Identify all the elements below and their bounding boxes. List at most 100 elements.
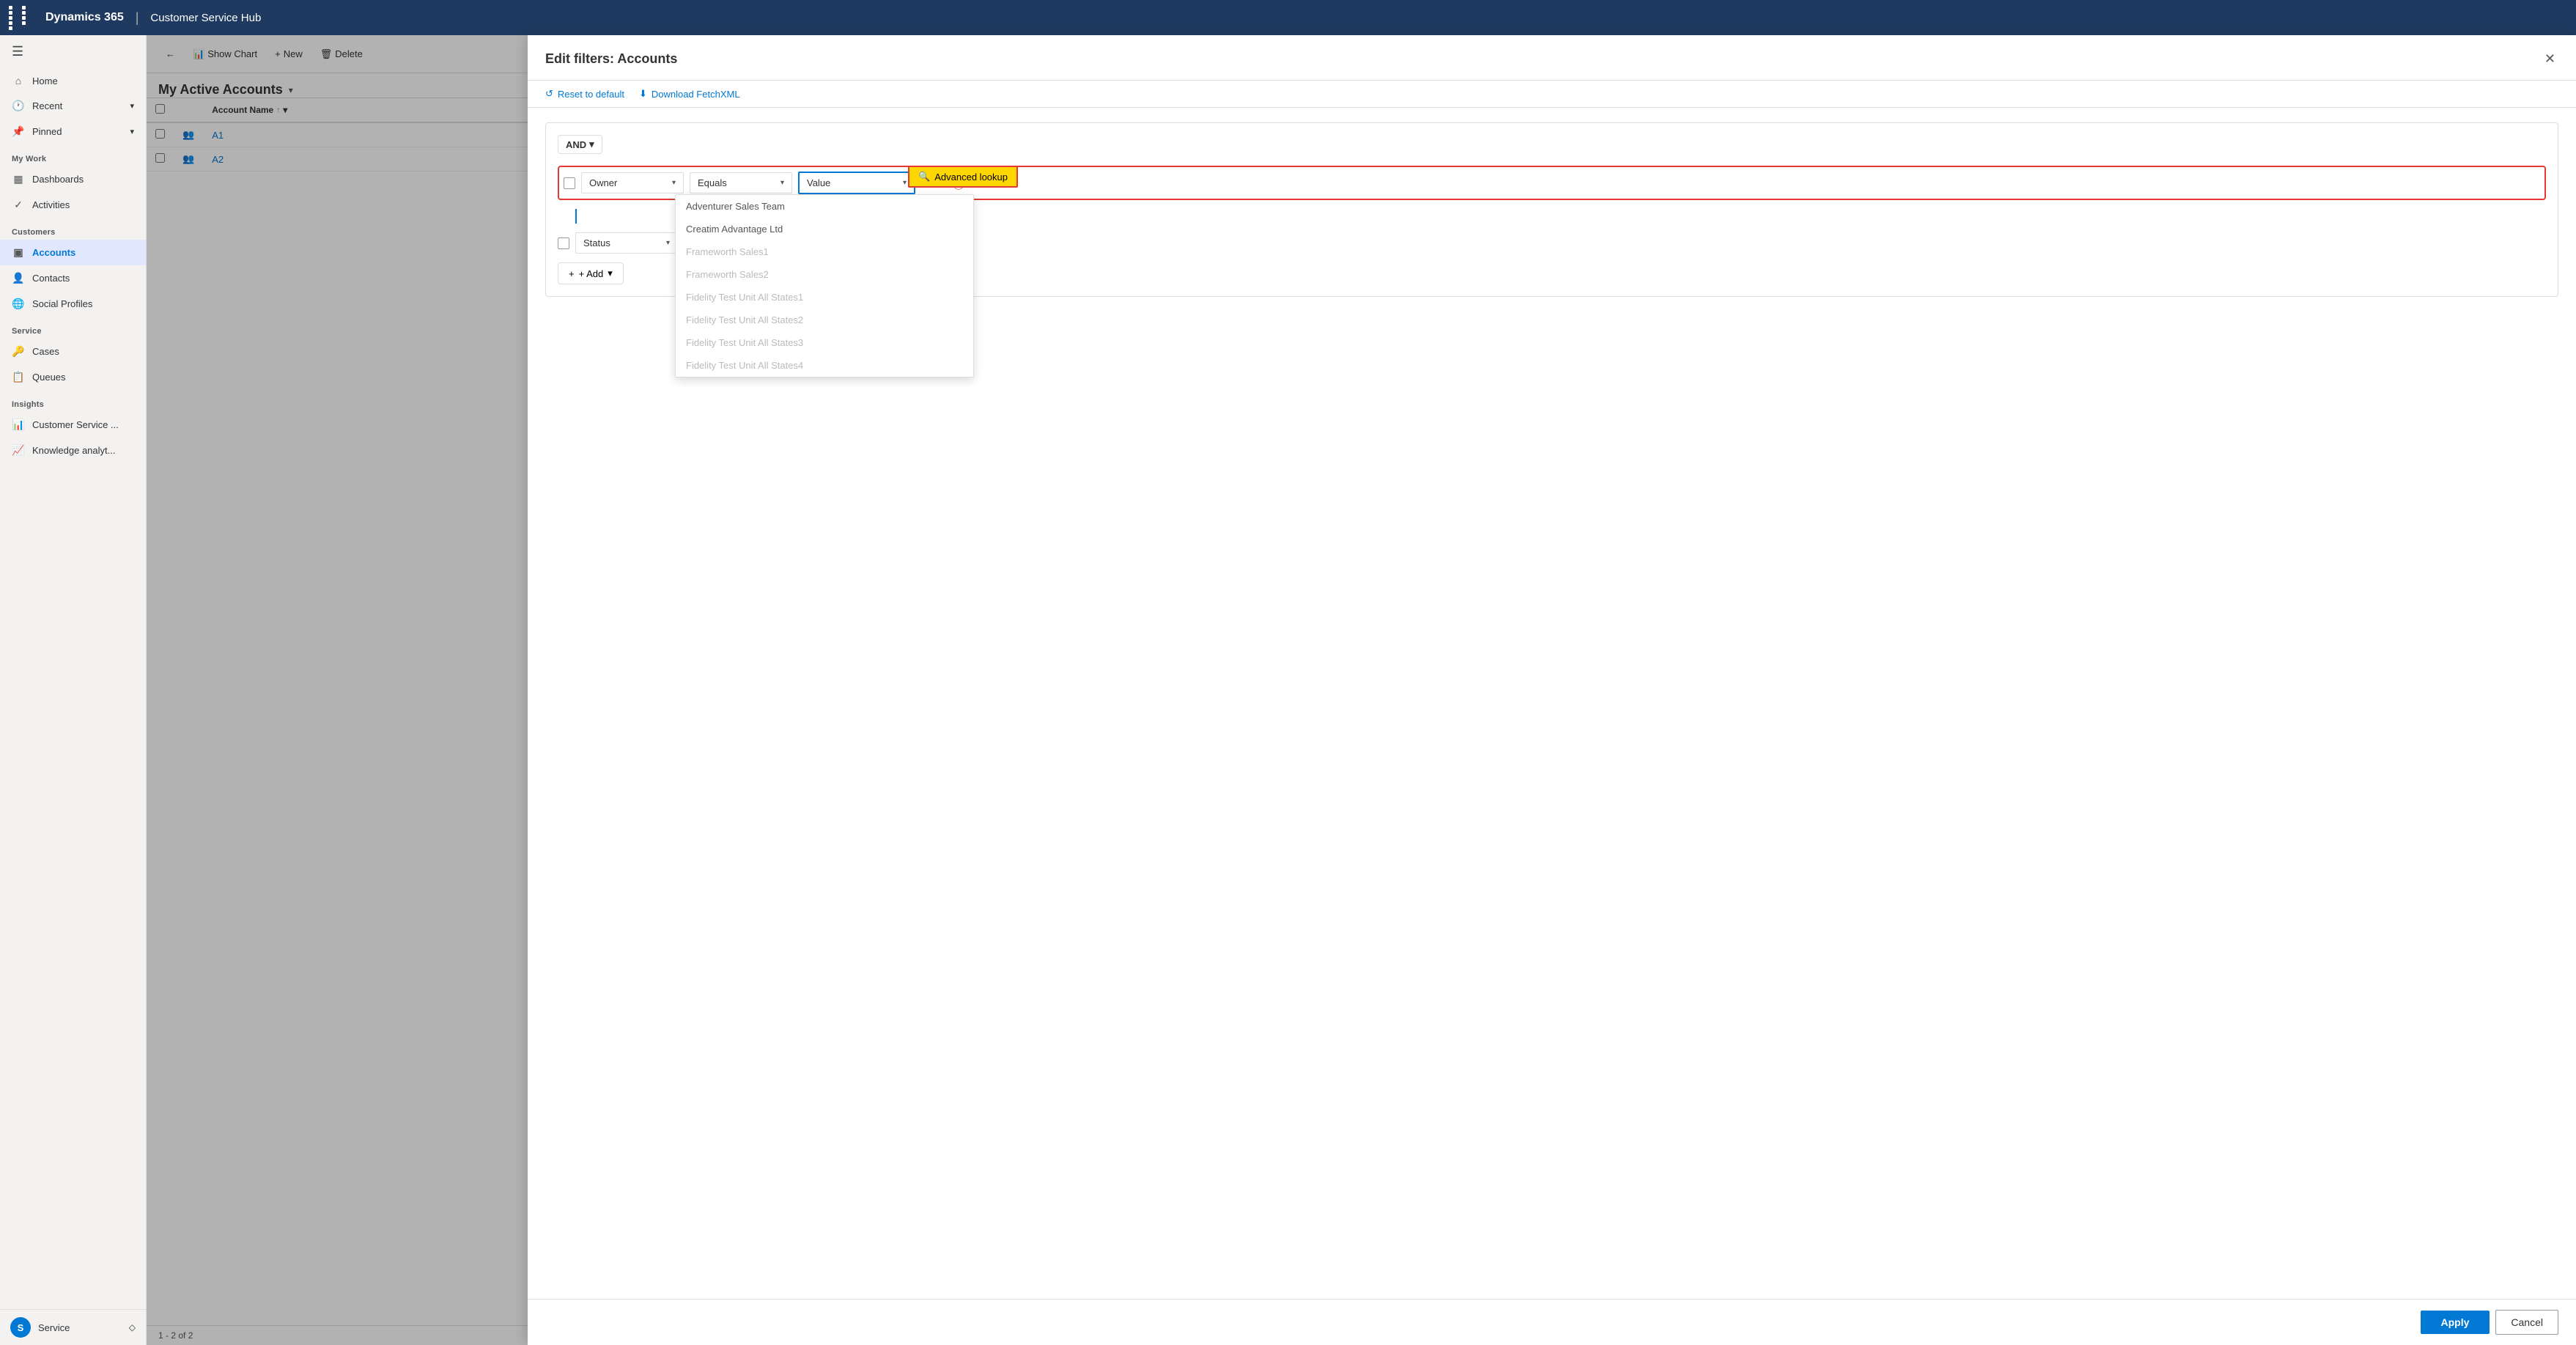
- sidebar-knowledge-label: Knowledge analyt...: [32, 445, 115, 456]
- filter-op-1-label: Equals: [698, 177, 727, 188]
- add-arrow: ▾: [608, 268, 613, 279]
- add-icon: +: [569, 268, 575, 279]
- apply-button[interactable]: Apply: [2421, 1311, 2490, 1334]
- and-label: AND: [566, 139, 586, 150]
- field-1-arrow: ▾: [672, 179, 676, 187]
- title-separator: |: [136, 10, 139, 26]
- pinned-icon: 📌: [12, 125, 25, 138]
- sidebar-pinned-label: Pinned: [32, 126, 62, 137]
- sidebar: ☰ ⌂ Home 🕐 Recent ▾ 📌 Pinned ▾ My Work ▦…: [0, 35, 147, 1345]
- dropdown-item-0[interactable]: Adventurer Sales Team: [676, 195, 973, 218]
- value-dropdown-container: Value ▾ Adventurer Sales Team Creatim Ad…: [798, 172, 915, 194]
- sidebar-cases-label: Cases: [32, 346, 59, 357]
- customer-service-icon: 📊: [12, 419, 25, 431]
- dropdown-item-4[interactable]: Fidelity Test Unit All States1: [676, 286, 973, 309]
- field-2-arrow: ▾: [666, 239, 670, 247]
- reset-to-default-button[interactable]: ↺ Reset to default: [545, 88, 624, 100]
- sidebar-item-customer-service[interactable]: 📊 Customer Service ...: [0, 412, 146, 438]
- add-label: + Add: [579, 268, 604, 279]
- activities-icon: ✓: [12, 199, 25, 211]
- sidebar-item-dashboards[interactable]: ▦ Dashboards: [0, 166, 146, 192]
- sidebar-item-activities[interactable]: ✓ Activities: [0, 192, 146, 218]
- accounts-icon: ▣: [12, 246, 25, 259]
- sidebar-item-recent[interactable]: 🕐 Recent ▾: [0, 93, 146, 119]
- sidebar-item-knowledge[interactable]: 📈 Knowledge analyt...: [0, 438, 146, 463]
- sidebar-contacts-label: Contacts: [32, 273, 70, 284]
- home-icon: ⌂: [12, 75, 25, 86]
- section-insights: Insights: [0, 390, 146, 412]
- top-bar: Dynamics 365 | Customer Service Hub: [0, 0, 2576, 35]
- filter-row1-checkbox[interactable]: [564, 177, 575, 189]
- dropdown-item-3[interactable]: Frameworth Sales2: [676, 263, 973, 286]
- sidebar-recent-label: Recent: [32, 100, 62, 111]
- advanced-lookup-label: Advanced lookup: [934, 172, 1008, 183]
- filter-value-1[interactable]: Value ▾: [798, 172, 915, 194]
- user-avatar: S: [10, 1317, 31, 1338]
- filter-field-1[interactable]: Owner ▾: [581, 172, 684, 194]
- sidebar-cs-label: Customer Service ...: [32, 419, 119, 430]
- download-fetchxml-button[interactable]: ⬇ Download FetchXML: [639, 88, 740, 100]
- sidebar-item-home[interactable]: ⌂ Home: [0, 68, 146, 93]
- knowledge-icon: 📈: [12, 444, 25, 457]
- sidebar-item-accounts[interactable]: ▣ Accounts: [0, 240, 146, 265]
- download-icon: ⬇: [639, 88, 647, 100]
- sidebar-home-label: Home: [32, 75, 58, 86]
- sidebar-queues-label: Queues: [32, 372, 66, 383]
- filter-group: AND ▾ Owner ▾ Equals ▾: [545, 122, 2558, 297]
- and-arrow: ▾: [589, 139, 594, 150]
- sidebar-item-queues[interactable]: 📋 Queues: [0, 364, 146, 390]
- sidebar-item-social-profiles[interactable]: 🌐 Social Profiles: [0, 291, 146, 317]
- op-1-arrow: ▾: [780, 179, 784, 187]
- sidebar-dashboards-label: Dashboards: [32, 174, 84, 185]
- sidebar-item-pinned[interactable]: 📌 Pinned ▾: [0, 119, 146, 144]
- dropdown-item-1[interactable]: Creatim Advantage Ltd: [676, 218, 973, 240]
- reset-label: Reset to default: [558, 89, 624, 100]
- sidebar-social-label: Social Profiles: [32, 298, 92, 309]
- filter-modal: Edit filters: Accounts ✕ ↺ Reset to defa…: [528, 35, 2576, 1345]
- app-grid-icon[interactable]: [9, 6, 34, 30]
- modal-close-button[interactable]: ✕: [2542, 48, 2558, 70]
- dropdown-item-7[interactable]: Fidelity Test Unit All States4: [676, 354, 973, 377]
- filter-row-1: Owner ▾ Equals ▾ Value ▾: [558, 166, 2546, 200]
- modal-body: AND ▾ Owner ▾ Equals ▾: [528, 108, 2576, 1299]
- dropdown-item-2[interactable]: Frameworth Sales1: [676, 240, 973, 263]
- sidebar-activities-label: Activities: [32, 199, 70, 210]
- modal-overlay: Edit filters: Accounts ✕ ↺ Reset to defa…: [147, 35, 2576, 1345]
- download-label: Download FetchXML: [652, 89, 740, 100]
- footer-label: Service: [38, 1322, 70, 1333]
- filter-operator-1[interactable]: Equals ▾: [690, 172, 792, 194]
- queues-icon: 📋: [12, 371, 25, 383]
- sidebar-footer[interactable]: S Service ◇: [0, 1309, 146, 1345]
- filter-field-2[interactable]: Status ▾: [575, 232, 678, 254]
- modal-title: Edit filters: Accounts: [545, 51, 677, 67]
- cancel-button[interactable]: Cancel: [2495, 1310, 2558, 1335]
- value-dropdown-list: Adventurer Sales Team Creatim Advantage …: [675, 194, 974, 377]
- contacts-icon: 👤: [12, 272, 25, 284]
- section-my-work: My Work: [0, 144, 146, 166]
- filter-value-1-label: Value: [807, 177, 830, 188]
- modal-header: Edit filters: Accounts ✕: [528, 35, 2576, 81]
- footer-arrow: ◇: [129, 1322, 136, 1333]
- advanced-lookup-button[interactable]: 🔍 Advanced lookup: [908, 166, 1018, 188]
- section-service: Service: [0, 317, 146, 339]
- dropdown-item-6[interactable]: Fidelity Test Unit All States3: [676, 331, 973, 354]
- reset-icon: ↺: [545, 88, 553, 100]
- pinned-arrow: ▾: [130, 127, 134, 136]
- app-name: Customer Service Hub: [150, 12, 261, 24]
- modal-toolbar: ↺ Reset to default ⬇ Download FetchXML: [528, 81, 2576, 108]
- dashboards-icon: ▦: [12, 173, 25, 185]
- cases-icon: 🔑: [12, 345, 25, 358]
- filter-field-2-label: Status: [583, 237, 610, 248]
- recent-arrow: ▾: [130, 101, 134, 111]
- and-badge[interactable]: AND ▾: [558, 135, 602, 154]
- filter-row2-checkbox[interactable]: [558, 237, 569, 249]
- hamburger-menu[interactable]: ☰: [0, 35, 146, 68]
- social-icon: 🌐: [12, 298, 25, 310]
- sidebar-item-cases[interactable]: 🔑 Cases: [0, 339, 146, 364]
- section-customers: Customers: [0, 218, 146, 240]
- dropdown-item-5[interactable]: Fidelity Test Unit All States2: [676, 309, 973, 331]
- recent-icon: 🕐: [12, 100, 25, 112]
- filter-connector: [575, 209, 577, 224]
- sidebar-item-contacts[interactable]: 👤 Contacts: [0, 265, 146, 291]
- add-filter-button[interactable]: + + Add ▾: [558, 262, 624, 284]
